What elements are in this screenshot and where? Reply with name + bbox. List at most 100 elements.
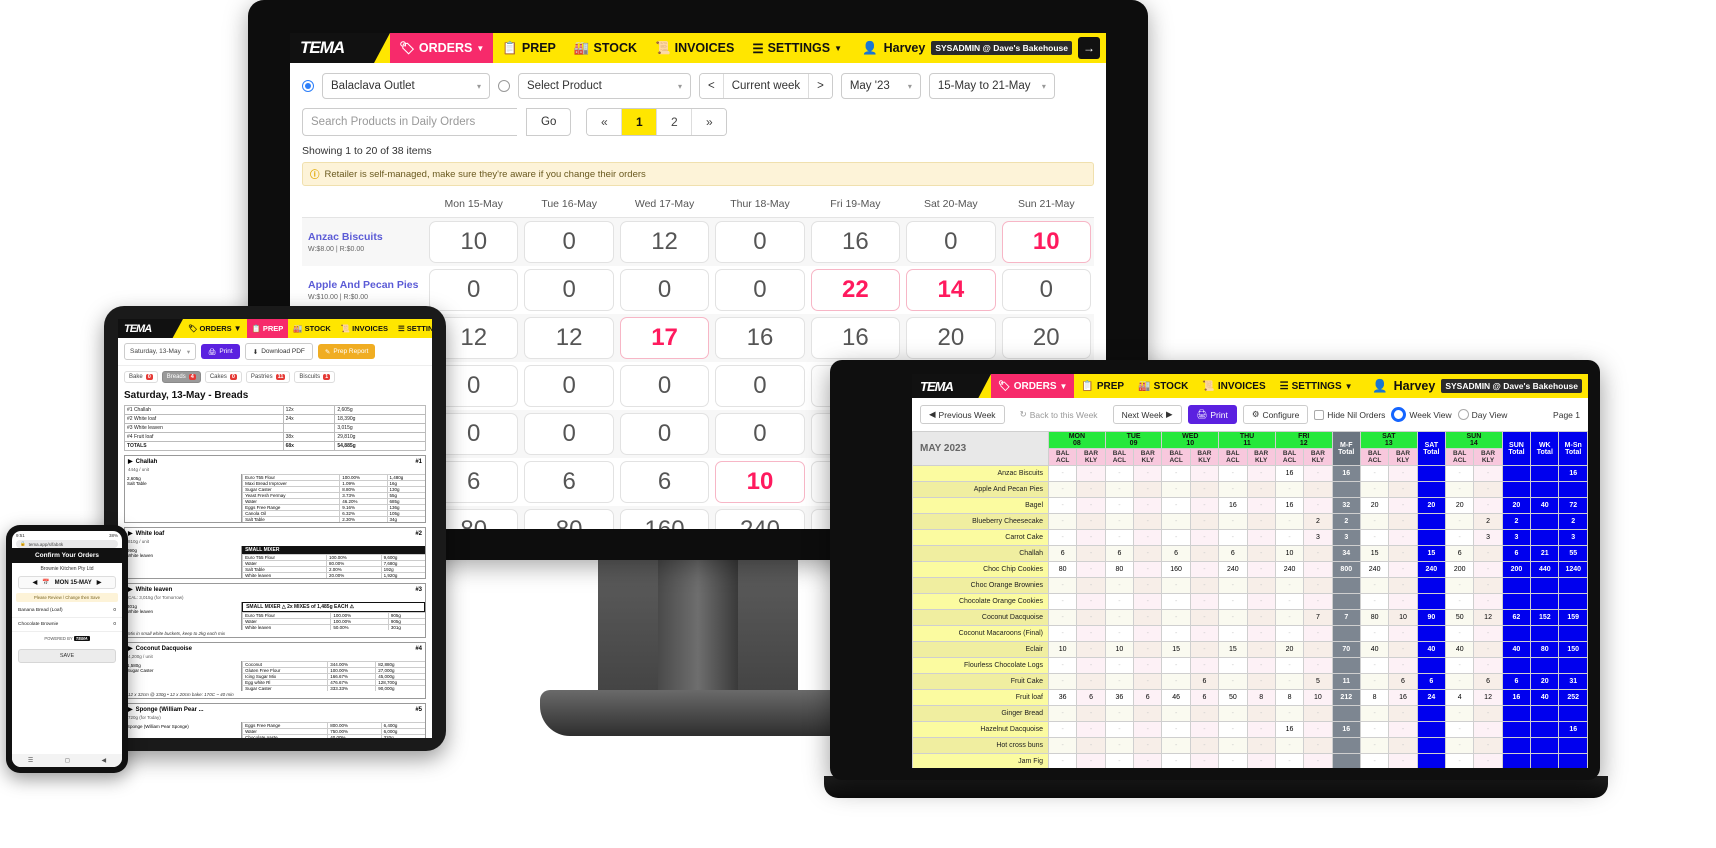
nav-invoices[interactable]: 📜 INVOICES — [336, 319, 393, 338]
qty-input[interactable]: 20 — [906, 317, 996, 359]
nav-prep[interactable]: 📋 PREP — [493, 33, 565, 63]
nav-settings[interactable]: ☰ SETTINGS ▼ — [393, 319, 432, 338]
prep-report-button[interactable]: ✎ Prep Report — [317, 344, 376, 359]
nav-settings[interactable]: ☰ SETTINGS ▼ — [743, 33, 851, 63]
qty-input[interactable]: 20 — [1001, 317, 1091, 359]
grid-product-name[interactable]: Choc Chip Cookies — [912, 561, 1049, 578]
product-select[interactable]: Select Product ▾ — [518, 73, 691, 99]
recipe-toggle-icon[interactable]: ▶ — [128, 458, 133, 465]
grid-product-name[interactable]: Hazelnut Dacquoise — [912, 721, 1049, 738]
qty-input[interactable]: 12 — [524, 317, 614, 359]
prep-date-select[interactable]: Saturday, 13-May ▾ — [124, 343, 197, 360]
qty-input[interactable]: 16 — [715, 317, 805, 359]
tema-logo[interactable]: TEMA — [912, 374, 991, 398]
grid-product-name[interactable]: Blueberry Cheesecake — [912, 513, 1049, 530]
page-1[interactable]: 1 — [621, 109, 657, 135]
qty-input[interactable]: 22 — [810, 269, 901, 311]
qty-input[interactable]: 0 — [619, 269, 710, 311]
nav-prep[interactable]: 📋 PREP — [1074, 374, 1131, 398]
qty-input[interactable]: 10 — [429, 221, 519, 263]
qty-input[interactable]: 0 — [524, 269, 614, 311]
qty-input[interactable]: 10 — [1001, 221, 1091, 263]
chevron-left-icon[interactable]: ◀ — [33, 579, 38, 586]
grid-product-name[interactable]: Chocolate Orange Cookies — [912, 593, 1049, 610]
chevron-right-icon[interactable]: ▶ — [97, 579, 102, 586]
category-chip[interactable]: Pastries 11 — [245, 371, 291, 383]
print-button[interactable]: 🖨 Print — [1187, 405, 1237, 424]
nav-stock[interactable]: 🏭 STOCK — [288, 319, 335, 338]
product-radio[interactable] — [498, 80, 510, 92]
nav-invoices[interactable]: 📜 INVOICES — [646, 33, 743, 63]
month-select[interactable]: May '23 ▾ — [840, 73, 921, 99]
grid-product-name[interactable]: Choc Orange Brownies — [912, 577, 1049, 594]
recipe-toggle-icon[interactable]: ▶ — [128, 586, 133, 593]
grid-product-name[interactable]: Challah — [912, 545, 1049, 562]
qty-input[interactable]: 12 — [619, 221, 710, 263]
qty-input[interactable]: 10 — [715, 461, 805, 503]
day-view-radio[interactable]: Day View — [1457, 409, 1507, 420]
qty-input[interactable]: 0 — [715, 221, 805, 263]
nav-stock[interactable]: 🏭 STOCK — [1131, 374, 1195, 398]
grid-product-name[interactable]: Jam Fig — [912, 753, 1049, 768]
qty-input[interactable]: 160 — [619, 509, 710, 529]
grid-product-name[interactable]: Bagel — [912, 497, 1049, 514]
current-week-button[interactable]: Current week — [722, 74, 809, 98]
nav-orders[interactable]: 🏷 ORDERS ▼ — [991, 374, 1075, 398]
qty-input[interactable]: 0 — [524, 365, 614, 407]
category-chip[interactable]: Biscuits 1 — [294, 371, 336, 383]
qty-input[interactable]: 0 — [715, 413, 805, 455]
grid-product-name[interactable]: Coconut Dacquoise — [912, 609, 1049, 626]
phone-product-qty[interactable]: 0 — [113, 622, 116, 627]
phone-product-qty[interactable]: 0 — [113, 608, 116, 613]
qty-input[interactable]: 0 — [619, 365, 710, 407]
download-pdf-button[interactable]: ⬇ Download PDF — [244, 343, 313, 360]
qty-input[interactable]: 0 — [715, 365, 805, 407]
grid-product-name[interactable]: Ginger Bread — [912, 705, 1049, 722]
outlet-select[interactable]: Balaclava Outlet ▾ — [322, 73, 490, 99]
grid-product-name[interactable]: Eclair — [912, 641, 1049, 658]
qty-input[interactable]: 6 — [524, 461, 614, 503]
qty-input[interactable]: 0 — [429, 269, 519, 311]
next-week-button[interactable]: Next Week ▶ — [1112, 405, 1182, 424]
qty-input[interactable]: 17 — [619, 317, 710, 359]
prev-week-button[interactable]: < — [700, 74, 723, 98]
back-icon[interactable]: ◀ — [102, 757, 107, 764]
next-week-button[interactable]: > — [808, 74, 832, 98]
qty-input[interactable]: 16 — [810, 221, 901, 263]
category-chip[interactable]: Breads 4 — [161, 371, 201, 383]
nav-settings[interactable]: ☰ SETTINGS ▼ — [1273, 374, 1360, 398]
qty-input[interactable]: 6 — [619, 461, 710, 503]
configure-button[interactable]: ⚙ Configure — [1242, 405, 1309, 424]
qty-input[interactable]: 0 — [906, 221, 996, 263]
product-name[interactable]: Anzac Biscuits — [308, 231, 423, 244]
week-view-radio[interactable]: Week View — [1391, 407, 1452, 422]
phone-save-button[interactable]: SAVE — [18, 649, 116, 663]
tema-logo[interactable]: TEMA — [290, 33, 390, 63]
recipe-toggle-icon[interactable]: ▶ — [128, 645, 133, 652]
nav-orders[interactable]: 🏷 ORDERS ▼ — [183, 319, 247, 338]
qty-input[interactable]: 0 — [715, 269, 805, 311]
qty-input[interactable]: 0 — [1001, 269, 1091, 311]
nav-invoices[interactable]: 📜 INVOICES — [1195, 374, 1272, 398]
grid-product-name[interactable]: Coconut Macaroons (Final) — [912, 625, 1049, 642]
home-icon[interactable]: ◻ — [65, 757, 70, 764]
qty-input[interactable]: 80 — [524, 509, 614, 529]
qty-input[interactable]: 16 — [810, 317, 901, 359]
page-2[interactable]: 2 — [656, 109, 692, 135]
nav-orders[interactable]: 🏷 ORDERS ▼ — [390, 33, 494, 63]
grid-product-name[interactable]: Flourless Chocolate Logs — [912, 657, 1049, 674]
date-range-select[interactable]: 15-May to 21-May ▾ — [928, 73, 1055, 99]
phone-address-bar[interactable]: 🔒 tema.app/s/fab4k — [16, 540, 118, 548]
recipe-toggle-icon[interactable]: ▶ — [128, 530, 133, 537]
qty-input[interactable]: 0 — [524, 413, 614, 455]
nav-prep[interactable]: 📋 PREP — [246, 319, 289, 338]
category-chip[interactable]: Cakes 0 — [204, 371, 242, 383]
qty-input[interactable]: 14 — [906, 269, 996, 311]
nav-stock[interactable]: 🏭 STOCK — [565, 33, 646, 63]
page-last[interactable]: » — [691, 109, 727, 135]
grid-product-name[interactable]: Hot cross buns — [912, 737, 1049, 754]
outlet-radio[interactable] — [302, 80, 314, 92]
page-first[interactable]: « — [587, 109, 622, 135]
print-button[interactable]: 🖨 Print — [201, 344, 240, 359]
grid-product-name[interactable]: Carrot Cake — [912, 529, 1049, 546]
